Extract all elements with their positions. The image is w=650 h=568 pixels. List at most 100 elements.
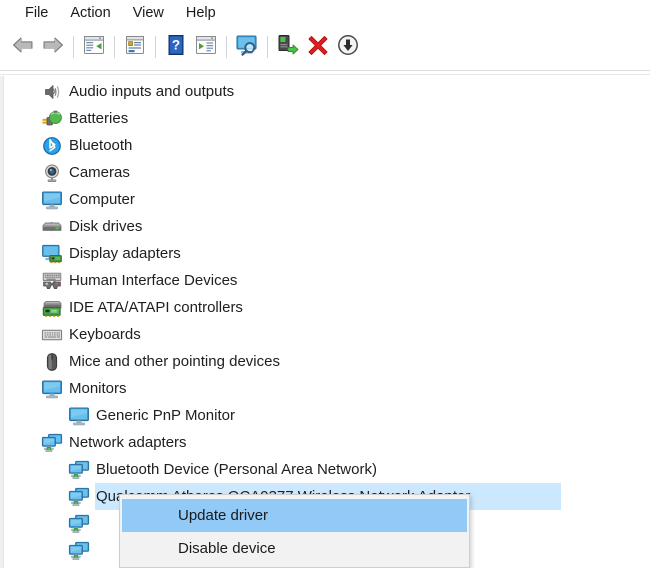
indent-spacer	[5, 348, 41, 375]
tree-row-label: Audio inputs and outputs	[69, 83, 235, 100]
network-adapter-icon	[68, 459, 90, 481]
tree-row[interactable]: Keyboards	[5, 321, 650, 348]
camera-icon	[41, 162, 63, 184]
toolbar-separator-5	[267, 36, 268, 58]
indent-spacer	[5, 105, 41, 132]
tree-row-label: Mice and other pointing devices	[69, 353, 280, 370]
toolbar-disable-device-button[interactable]	[333, 32, 363, 62]
keyboard-icon	[41, 324, 63, 346]
tree-row[interactable]: Human Interface Devices	[5, 267, 650, 294]
indent-spacer	[5, 240, 41, 267]
tree-row-label: Display adapters	[69, 245, 181, 262]
tree-row[interactable]: Bluetooth	[5, 132, 650, 159]
disable-device-icon	[337, 34, 359, 61]
toolbar-show-hidden-devices-button[interactable]	[232, 32, 262, 62]
indent-spacer	[5, 186, 41, 213]
speaker-icon	[41, 81, 63, 103]
tree-row[interactable]: Mice and other pointing devices	[5, 348, 650, 375]
tree-row-label: Human Interface Devices	[69, 272, 238, 289]
indent-spacer	[5, 456, 68, 483]
indent-spacer	[5, 402, 68, 429]
indent-spacer	[5, 429, 41, 456]
network-adapter-icon	[68, 486, 90, 508]
tree-row-label: IDE ATA/ATAPI controllers	[69, 299, 243, 316]
toolbar-divider-2	[0, 74, 650, 75]
tree-row[interactable]: Bluetooth Device (Personal Area Network)	[5, 456, 650, 483]
toolbar-separator-1	[73, 36, 74, 58]
indent-spacer	[5, 510, 68, 537]
tree-row[interactable]: Generic PnP Monitor	[5, 402, 650, 429]
tree-row-label: Monitors	[69, 380, 127, 397]
toolbar-uninstall-device-button[interactable]	[303, 32, 333, 62]
indent-spacer	[5, 213, 41, 240]
indent-spacer	[5, 375, 41, 402]
toolbar-update-driver-button[interactable]	[273, 32, 303, 62]
menu-action[interactable]: Action	[59, 0, 121, 27]
tree-row[interactable]: IDE ATA/ATAPI controllers	[5, 294, 650, 321]
toolbar-help-button[interactable]: ?	[161, 32, 191, 62]
hid-icon	[41, 270, 63, 292]
toolbar: ?	[0, 27, 650, 67]
tree-row[interactable]: Computer	[5, 186, 650, 213]
tree-row[interactable]: Audio inputs and outputs	[5, 78, 650, 105]
toolbar-separator-4	[226, 36, 227, 58]
toolbar-console-tree-button[interactable]	[79, 32, 109, 62]
context-menu: Update driver Disable device	[119, 494, 470, 568]
monitor-icon	[41, 378, 63, 400]
menu-help[interactable]: Help	[175, 0, 227, 27]
tree-row[interactable]: Disk drives	[5, 213, 650, 240]
tree-row[interactable]: Batteries	[5, 105, 650, 132]
help-icon: ?	[166, 34, 186, 61]
tree-row-label: Batteries	[69, 110, 129, 127]
tree-row-label: Bluetooth Device (Personal Area Network)	[96, 461, 377, 478]
toolbar-scan-hardware-button[interactable]	[191, 32, 221, 62]
tree-row-label: Disk drives	[69, 218, 143, 235]
tree-row[interactable]: Monitors	[5, 375, 650, 402]
tree-row-label: Keyboards	[69, 326, 141, 343]
menu-bar: File Action View Help	[0, 0, 650, 27]
disk-drive-icon	[41, 216, 63, 238]
menu-view[interactable]: View	[122, 0, 175, 27]
show-hide-console-tree-icon	[83, 35, 105, 60]
mouse-icon	[41, 351, 63, 373]
tree-row-label: Bluetooth	[69, 137, 133, 154]
left-rail	[0, 76, 4, 568]
indent-spacer	[5, 267, 41, 294]
show-hidden-devices-icon	[234, 34, 260, 61]
toolbar-properties-button[interactable]	[120, 32, 150, 62]
menu-file[interactable]: File	[14, 0, 59, 27]
toolbar-separator-3	[155, 36, 156, 58]
indent-spacer	[5, 159, 41, 186]
toolbar-divider	[0, 70, 650, 71]
monitor-icon	[41, 189, 63, 211]
back-arrow-icon	[11, 35, 35, 60]
indent-spacer	[5, 294, 41, 321]
monitor-icon	[68, 405, 90, 427]
tree-row[interactable]: Cameras	[5, 159, 650, 186]
indent-spacer	[5, 78, 41, 105]
indent-spacer	[5, 483, 68, 510]
toolbar-back-button[interactable]	[8, 32, 38, 62]
tree-row-label: Computer	[69, 191, 135, 208]
context-menu-item-disable-device[interactable]: Disable device	[122, 532, 467, 565]
uninstall-device-icon	[307, 34, 329, 61]
tree-row-label: Network adapters	[69, 434, 187, 451]
toolbar-forward-button[interactable]	[38, 32, 68, 62]
network-adapter-icon	[68, 513, 90, 535]
tree-row[interactable]: Network adapters	[5, 429, 650, 456]
indent-spacer	[5, 564, 68, 568]
toolbar-separator-2	[114, 36, 115, 58]
svg-text:?: ?	[172, 37, 180, 52]
context-menu-item-update-driver[interactable]: Update driver	[122, 499, 467, 532]
indent-spacer	[5, 537, 68, 564]
properties-icon	[124, 35, 146, 60]
tree-row-label: Cameras	[69, 164, 130, 181]
display-adapter-icon	[41, 243, 63, 265]
tree-row[interactable]: Display adapters	[5, 240, 650, 267]
battery-icon	[41, 108, 63, 130]
forward-arrow-icon	[41, 35, 65, 60]
network-adapter-icon	[41, 432, 63, 454]
indent-spacer	[5, 132, 41, 159]
network-adapter-icon	[68, 540, 90, 562]
tree-row-label: Generic PnP Monitor	[96, 407, 235, 424]
